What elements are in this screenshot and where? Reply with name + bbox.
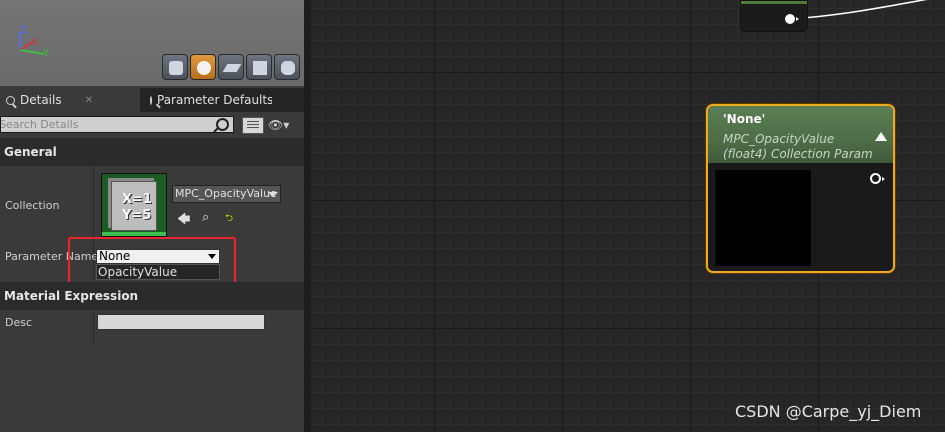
- node-subtitle-type: (float4) Collection Param: [723, 147, 873, 161]
- output-pin-icon[interactable]: [785, 14, 799, 24]
- output-pin-icon[interactable]: [870, 173, 885, 184]
- node-header-strip: [741, 1, 807, 4]
- collapse-triangle-icon[interactable]: [875, 132, 887, 141]
- upstream-node[interactable]: [740, 0, 808, 32]
- node-preview: [715, 170, 811, 266]
- watermark: CSDN @Carpe_yj_Diem: [735, 402, 922, 421]
- node-subtitle-collection: MPC_OpacityValue: [723, 132, 835, 146]
- collection-parameter-node[interactable]: 'None' MPC_OpacityValue (float4) Collect…: [706, 104, 895, 273]
- node-title: 'None': [723, 112, 766, 126]
